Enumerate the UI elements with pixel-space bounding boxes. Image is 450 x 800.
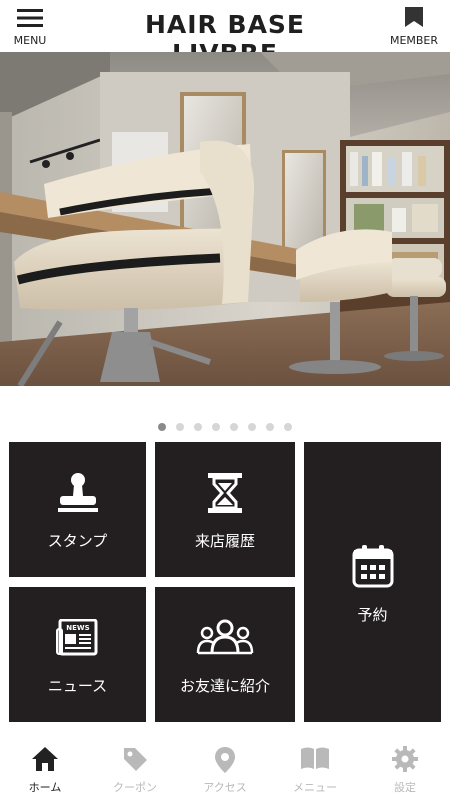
- menu-button[interactable]: MENU: [0, 6, 60, 50]
- carousel-dot[interactable]: [212, 422, 220, 431]
- tab-settings-label: 設定: [394, 781, 416, 794]
- tab-access-label: アクセス: [203, 781, 247, 794]
- carousel-dot[interactable]: [176, 422, 184, 431]
- tab-coupon-label: クーポン: [113, 781, 157, 794]
- stamp-label: スタンプ: [47, 532, 108, 550]
- hamburger-icon: [17, 9, 43, 27]
- refer-friend-tile[interactable]: お友達に紹介: [155, 587, 295, 722]
- carousel-dot[interactable]: [158, 422, 166, 431]
- hourglass-icon: [208, 473, 242, 513]
- carousel-dot[interactable]: [230, 422, 238, 431]
- hero-carousel-image[interactable]: [0, 52, 450, 386]
- carousel-pagination: [0, 416, 450, 431]
- tab-menu[interactable]: メニュー: [270, 746, 360, 798]
- salon-interior-photo: [0, 52, 450, 386]
- visit-history-tile[interactable]: 来店履歴: [155, 442, 295, 577]
- svg-text:NEWS: NEWS: [66, 624, 89, 632]
- book-icon: [301, 747, 329, 769]
- carousel-dot[interactable]: [194, 422, 202, 431]
- stamp-icon: [57, 473, 98, 512]
- bookmark-icon: [405, 7, 423, 27]
- menu-label: MENU: [13, 34, 47, 47]
- calendar-icon: [352, 545, 393, 588]
- refer-friend-label: お友達に紹介: [179, 677, 270, 695]
- carousel-dot[interactable]: [266, 422, 274, 431]
- tab-access[interactable]: アクセス: [180, 746, 270, 798]
- news-tile[interactable]: NEWS ニュース: [9, 587, 146, 722]
- carousel-dot[interactable]: [248, 422, 256, 431]
- home-icon: [32, 747, 58, 771]
- stamp-tile[interactable]: スタンプ: [9, 442, 146, 577]
- newspaper-icon: NEWS: [55, 619, 97, 656]
- reservation-tile[interactable]: 予約: [304, 442, 441, 722]
- member-button[interactable]: MEMBER: [384, 6, 444, 50]
- tab-home[interactable]: ホーム: [0, 746, 90, 798]
- people-group-icon: [196, 619, 254, 655]
- bottom-tab-bar: ホーム クーポン アクセス メニュー 設定: [0, 740, 450, 800]
- coupon-tag-icon: [124, 748, 147, 771]
- visit-history-label: 来店履歴: [194, 532, 255, 550]
- news-label: ニュース: [47, 677, 108, 695]
- tab-coupon[interactable]: クーポン: [90, 746, 180, 798]
- app-header: MENU HAIR BASE LIVBRE MEMBER: [0, 0, 450, 68]
- map-pin-icon: [215, 747, 235, 773]
- tab-home-label: ホーム: [28, 781, 62, 794]
- tab-settings[interactable]: 設定: [360, 746, 450, 798]
- carousel-dot[interactable]: [284, 422, 292, 431]
- gear-icon: [392, 746, 418, 772]
- reservation-label: 予約: [357, 606, 388, 624]
- tab-menu-label: メニュー: [293, 781, 337, 794]
- member-label: MEMBER: [389, 34, 439, 47]
